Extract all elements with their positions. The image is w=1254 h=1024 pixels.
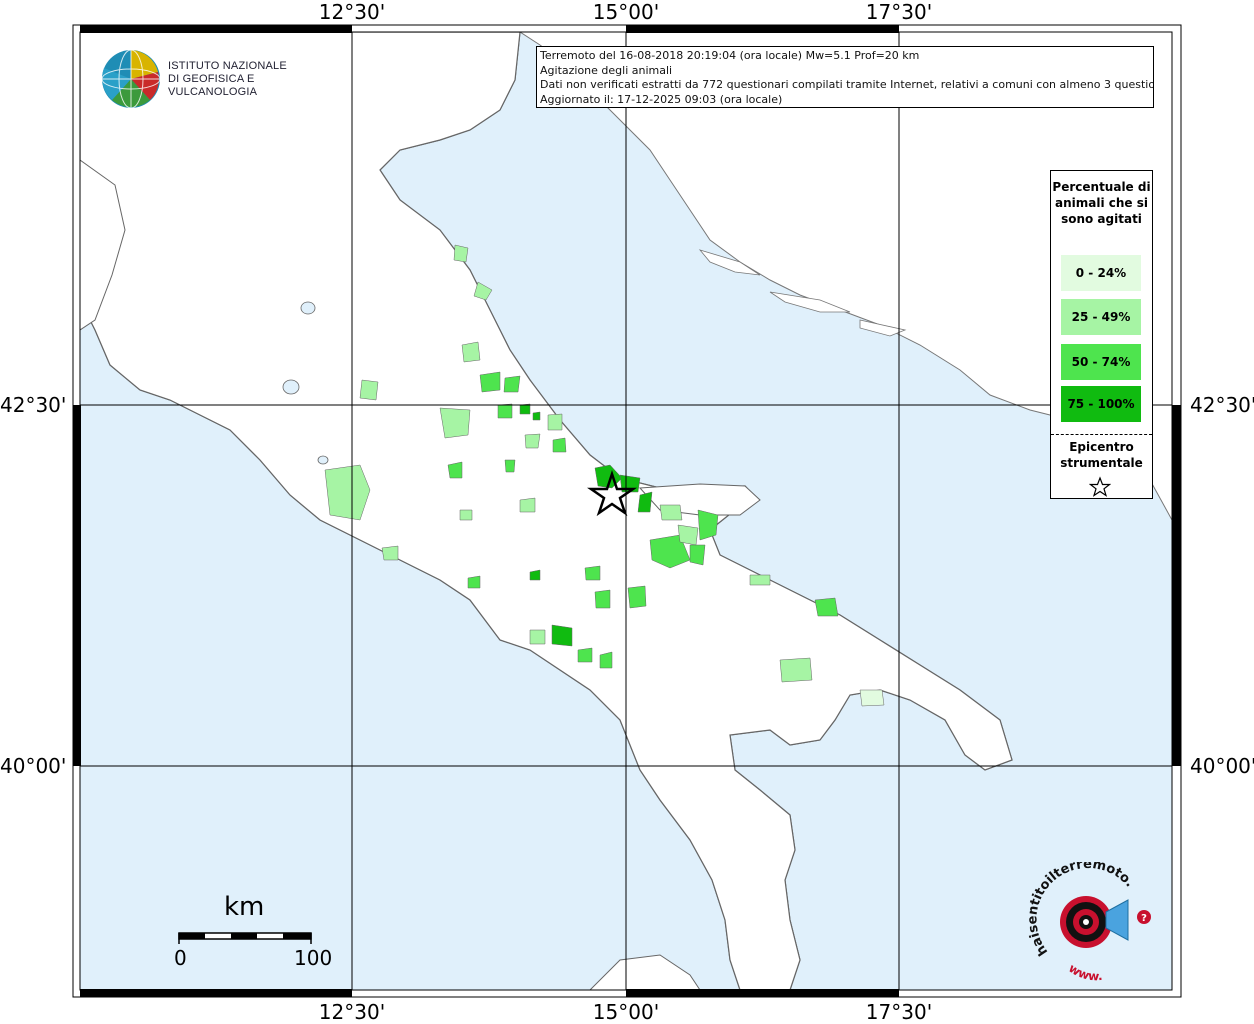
epicenter-label: Epicentro strumentale	[1060, 440, 1143, 470]
logo-line-1: ISTITUTO NAZIONALE	[168, 60, 287, 72]
scale-bar: km 0 100	[170, 890, 333, 980]
epicenter-star-icon	[1089, 476, 1111, 497]
globe-icon	[101, 49, 161, 109]
svg-text:www.: www.	[1066, 961, 1103, 982]
lon-label-top-3: 17°30'	[865, 0, 933, 24]
info-data-note: Dati non verificati estratti da 772 ques…	[540, 78, 1154, 91]
legend-class-50-74: 50 - 74%	[1061, 344, 1141, 380]
lon-label-bottom-1: 12°30'	[318, 1000, 386, 1024]
svg-text:?: ?	[1141, 913, 1147, 924]
logo-line-2: DI GEOFISICA E VULCANOLOGIA	[168, 73, 258, 98]
scale-unit: km	[224, 892, 265, 922]
haisentito-logo: ? haisentitoilterremoto.it www.	[1025, 851, 1168, 983]
info-event: Terremoto del 16-08-2018 20:19:04 (ora l…	[540, 49, 920, 62]
legend-class-0-24: 0 - 24%	[1061, 255, 1141, 291]
info-parameter: Agitazione degli animali	[540, 63, 673, 77]
scale-ruler	[178, 932, 312, 944]
lat-label-right-2: 40°00'	[1190, 754, 1254, 778]
legend-class-25-49: 25 - 49%	[1061, 299, 1141, 335]
info-updated: Aggiornato il: 17-12-2025 09:03 (ora loc…	[540, 92, 783, 106]
lat-label-left-1: 42°30'	[0, 393, 67, 417]
lat-label-right-1: 42°30'	[1190, 393, 1254, 417]
lon-label-bottom-2: 15°00'	[592, 1000, 660, 1024]
lon-label-top-2: 15°00'	[592, 0, 660, 24]
lon-label-top-1: 12°30'	[318, 0, 386, 24]
scale-max: 100	[294, 946, 333, 970]
lon-label-bottom-3: 17°30'	[865, 1000, 933, 1024]
legend-class-75-100: 75 - 100%	[1061, 386, 1141, 422]
lat-label-left-2: 40°00'	[0, 754, 67, 778]
legend-title: Percentuale di animali che si sono agita…	[1052, 180, 1151, 226]
haisentito-logo-icon: ? haisentitoilterremoto.it www.	[1025, 851, 1151, 983]
scale-min: 0	[174, 946, 187, 970]
legend: Percentuale di animali che si sono agita…	[1050, 170, 1153, 499]
legend-divider	[1051, 434, 1152, 435]
info-box: Terremoto del 16-08-2018 20:19:04 (ora l…	[536, 46, 1154, 108]
ingv-logo: ISTITUTO NAZIONALE DI GEOFISICA E VULCAN…	[100, 48, 340, 110]
